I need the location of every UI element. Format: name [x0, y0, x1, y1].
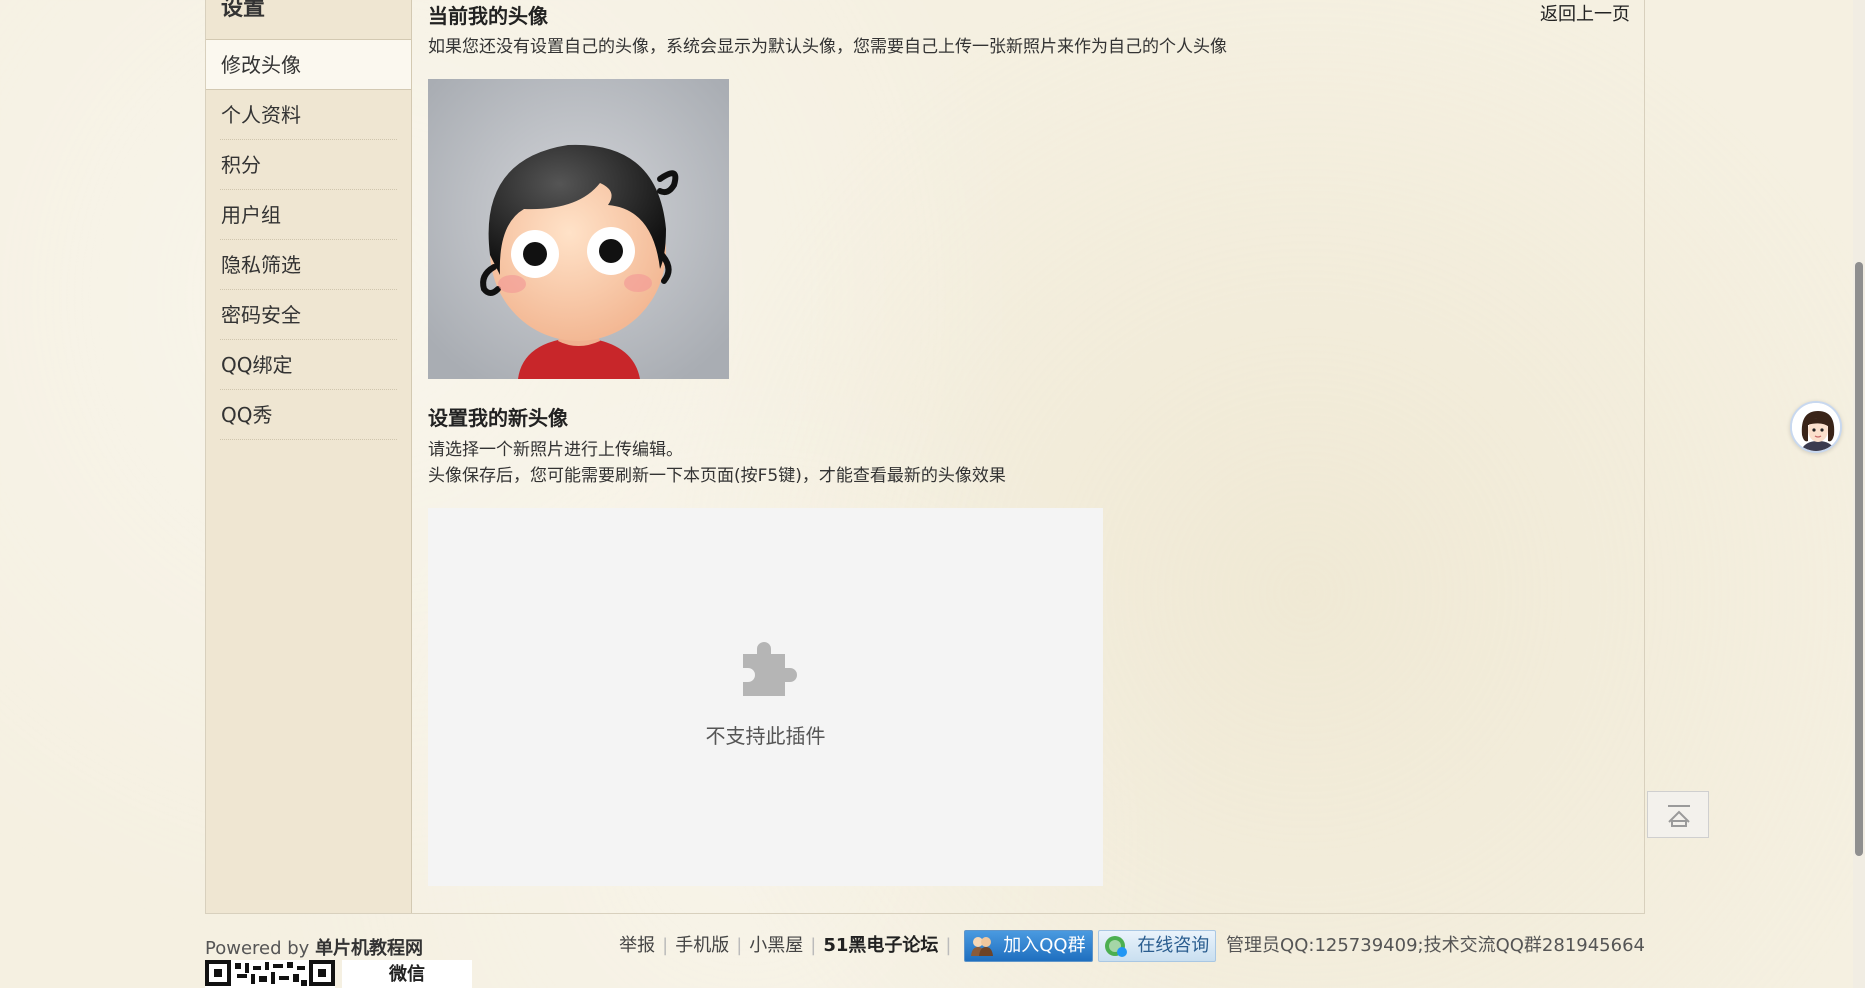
powered-by: Powered by 单片机教程网	[205, 934, 423, 960]
current-avatar-desc: 如果您还没有设置自己的头像，系统会显示为默认头像，您需要自己上传一张新照片来作为…	[428, 37, 1227, 57]
footer-links: 举报 | 手机版 | 小黑屋 | 51黑电子论坛 | 加入QQ群 在线咨询 管理员QQ:125…	[619, 930, 1645, 962]
footer-divider: |	[810, 935, 817, 956]
sidebar-item-avatar[interactable]: 修改头像	[206, 40, 411, 90]
avatar-upload-plugin-area[interactable]: 不支持此插件	[428, 508, 1103, 886]
back-to-top-button[interactable]	[1647, 791, 1709, 838]
page-scrollbar[interactable]	[1853, 0, 1865, 988]
footer-link-report[interactable]: 举报	[619, 935, 655, 956]
sidebar-title: 设置	[206, 0, 411, 40]
avatar-settings-main: 当前我的头像 返回上一页 如果您还没有设置自己的头像，系统会显示为默认头像，您需…	[428, 0, 1644, 913]
sidebar-item-qq-show[interactable]: QQ秀	[220, 390, 397, 440]
content-frame: 设置 修改头像 个人资料 积分 用户组 隐私筛选 密码安全 QQ绑定 QQ秀 当…	[205, 0, 1645, 914]
join-qq-group-button[interactable]: 加入QQ群	[964, 930, 1093, 962]
plugin-unsupported-text: 不支持此插件	[705, 724, 826, 748]
wechat-label: 微信	[342, 960, 472, 988]
online-consult-button[interactable]: 在线咨询	[1098, 930, 1217, 962]
scrollbar-thumb[interactable]	[1855, 262, 1863, 856]
consult-icon	[1105, 936, 1128, 957]
new-avatar-title: 设置我的新头像	[428, 406, 568, 430]
footer-divider: |	[736, 935, 743, 956]
footer-link-forum[interactable]: 51黑电子论坛	[823, 935, 938, 956]
back-link[interactable]: 返回上一页	[1540, 0, 1630, 26]
online-consult-label: 在线咨询	[1137, 935, 1210, 956]
qr-code	[205, 960, 335, 988]
footer-link-mobile[interactable]: 手机版	[675, 935, 729, 956]
footer: Powered by 单片机教程网 举报 | 手机版 | 小黑屋 | 51黑电子论坛 | 加入…	[205, 930, 1645, 962]
footer-divider: |	[662, 935, 669, 956]
sidebar-item-qq-bind[interactable]: QQ绑定	[220, 340, 397, 390]
new-avatar-desc-2: 头像保存后，您可能需要刷新一下本页面(按F5键)，才能查看最新的头像效果	[428, 466, 1006, 486]
current-avatar-image	[428, 79, 729, 379]
new-avatar-desc-1: 请选择一个新照片进行上传编辑。	[428, 440, 683, 460]
sidebar-item-credits[interactable]: 积分	[220, 140, 397, 190]
settings-sidebar: 设置 修改头像 个人资料 积分 用户组 隐私筛选 密码安全 QQ绑定 QQ秀	[206, 0, 412, 913]
join-qq-group-label: 加入QQ群	[1003, 935, 1086, 956]
sidebar-item-password[interactable]: 密码安全	[220, 290, 397, 340]
footer-link-blackroom[interactable]: 小黑屋	[749, 935, 803, 956]
customer-service-avatar[interactable]	[1790, 401, 1842, 453]
sidebar-item-privacy[interactable]: 隐私筛选	[220, 240, 397, 290]
powered-site-link[interactable]: 单片机教程网	[315, 938, 423, 959]
footer-divider: |	[945, 935, 952, 956]
powered-prefix: Powered by	[205, 938, 310, 959]
admin-contact-info: 管理员QQ:125739409;技术交流QQ群281945664	[1226, 935, 1645, 956]
back-to-top-icon	[1668, 805, 1690, 827]
sidebar-item-usergroup[interactable]: 用户组	[220, 190, 397, 240]
qq-group-icon	[971, 937, 994, 956]
sidebar-item-profile[interactable]: 个人资料	[220, 90, 397, 140]
puzzle-piece-icon	[743, 642, 797, 696]
current-avatar-title: 当前我的头像	[428, 4, 548, 28]
